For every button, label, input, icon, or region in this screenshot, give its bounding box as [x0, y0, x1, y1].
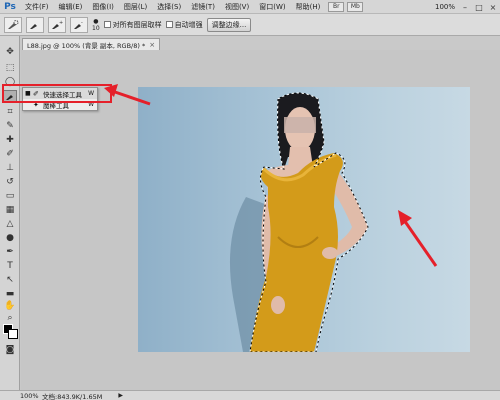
annotation-arrows [104, 84, 438, 267]
arrow-to-selection [398, 210, 438, 267]
status-zoom[interactable]: 100% [0, 392, 39, 400]
status-bar: 100% 文档:843.9K/1.65M ▶ [0, 390, 500, 400]
arrow-to-tool [104, 84, 151, 106]
document-size-info: 文档:843.9K/1.65M [42, 392, 103, 400]
status-menu-arrow-icon[interactable]: ▶ [118, 392, 123, 399]
